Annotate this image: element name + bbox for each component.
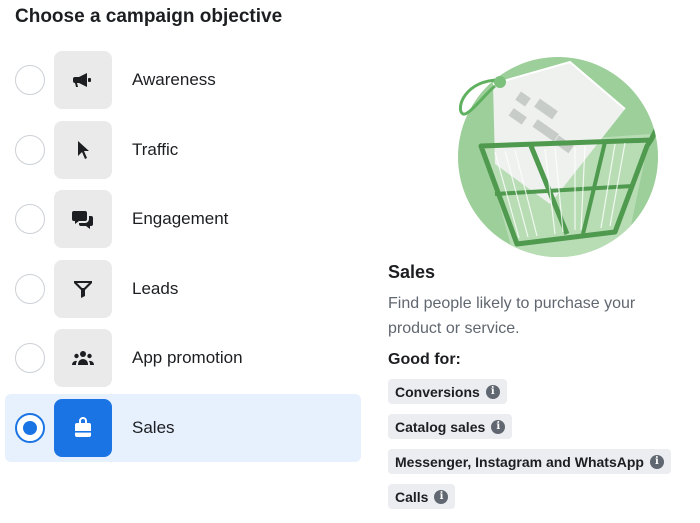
radio-button[interactable] (15, 204, 45, 234)
objective-option-leads[interactable]: Leads (5, 259, 361, 319)
chat-bubbles-icon (54, 190, 112, 248)
objective-option-traffic[interactable]: Traffic (5, 120, 361, 180)
detail-title: Sales (388, 262, 436, 282)
info-icon[interactable]: i (434, 489, 449, 504)
chip-label: Messenger, Instagram and WhatsApp (395, 453, 644, 470)
radio-button[interactable] (15, 273, 45, 304)
objective-label: Traffic (132, 139, 179, 159)
radio-button[interactable] (15, 343, 45, 373)
radio-button[interactable] (15, 65, 45, 95)
good-for-heading: Good for: (388, 351, 461, 368)
objective-label: Sales (132, 417, 175, 437)
objective-label: Engagement (132, 209, 229, 228)
objective-option-engagement[interactable]: Engagement (5, 189, 361, 249)
info-icon[interactable]: i (491, 419, 506, 434)
objective-label: App promotion (132, 348, 243, 367)
chip-label: Conversions (395, 383, 480, 400)
page-title: Choose a campaign objective (15, 6, 283, 27)
good-for-chip: Messenger, Instagram and WhatsApp i (388, 449, 671, 474)
objective-option-awareness[interactable]: Awareness (5, 50, 361, 110)
funnel-icon (54, 259, 112, 318)
megaphone-icon (54, 51, 112, 109)
objective-option-app-promotion[interactable]: App promotion (5, 328, 361, 388)
radio-button-selected[interactable] (15, 412, 45, 443)
detail-description: Find people likely to purchase your prod… (388, 295, 636, 337)
good-for-list: Conversions i Catalog sales i Messenger, I… (388, 379, 688, 519)
good-for-chip: Conversions i (388, 379, 507, 404)
objective-option-sales[interactable]: Sales (5, 393, 361, 462)
info-icon[interactable]: i (649, 454, 664, 469)
info-icon[interactable]: i (485, 384, 500, 399)
sales-illustration (455, 54, 661, 260)
cursor-icon (54, 120, 112, 179)
chip-label: Catalog sales (395, 418, 486, 435)
people-icon (54, 329, 112, 387)
shopping-bag-icon (54, 398, 112, 457)
objective-list: Awareness Traffic Engagement Leads App p… (5, 50, 361, 471)
good-for-chip: Calls i (388, 484, 456, 509)
good-for-chip: Catalog sales i (388, 414, 513, 439)
radio-button[interactable] (15, 134, 45, 165)
chip-label: Calls (395, 488, 429, 505)
objective-label: Awareness (132, 70, 216, 89)
objective-label: Leads (132, 278, 179, 298)
objective-detail-panel: Sales Find people likely to purchase you… (388, 262, 688, 519)
